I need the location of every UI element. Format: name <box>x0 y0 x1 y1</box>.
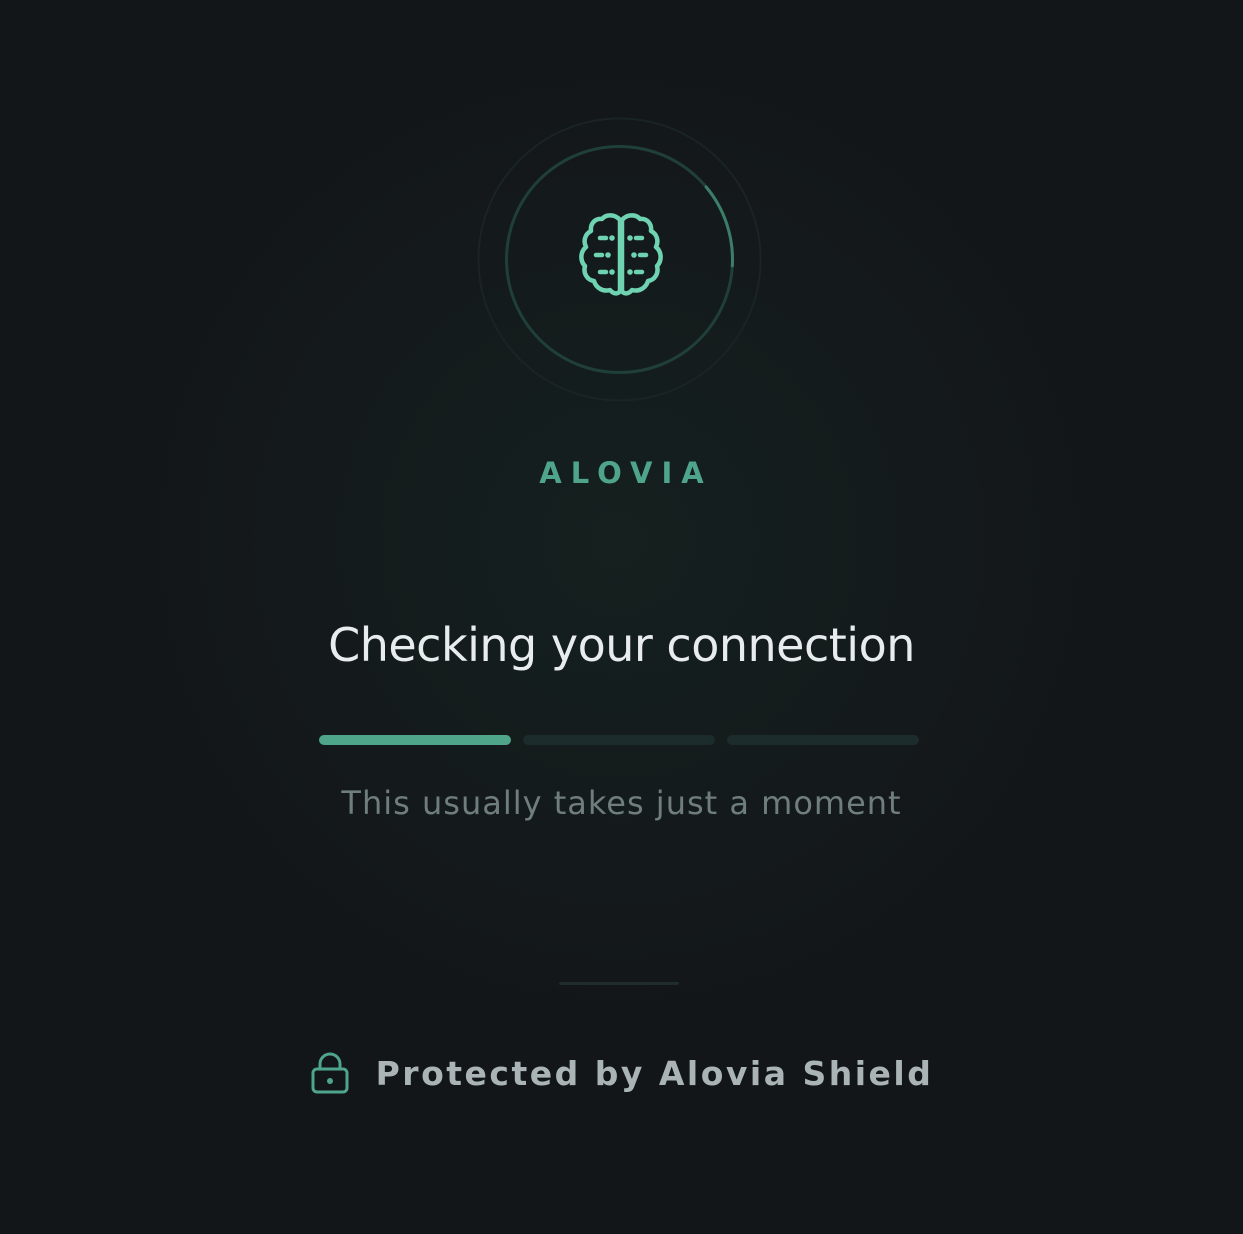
divider <box>559 982 679 985</box>
page-title: Checking your connection <box>328 618 915 672</box>
status-subtext: This usually takes just a moment <box>341 784 902 822</box>
brain-icon <box>579 213 663 296</box>
lock-icon <box>311 1052 349 1094</box>
progress-step-2 <box>523 735 715 745</box>
footer: Protected by Alovia Shield <box>0 1052 1243 1094</box>
progress-step-3 <box>727 735 919 745</box>
progress-step-1 <box>319 735 511 745</box>
footer-text: Protected by Alovia Shield <box>375 1053 934 1093</box>
progress-bar <box>319 735 919 745</box>
logo-spinner <box>477 117 762 402</box>
brand-name: ALOVIA <box>539 456 713 490</box>
